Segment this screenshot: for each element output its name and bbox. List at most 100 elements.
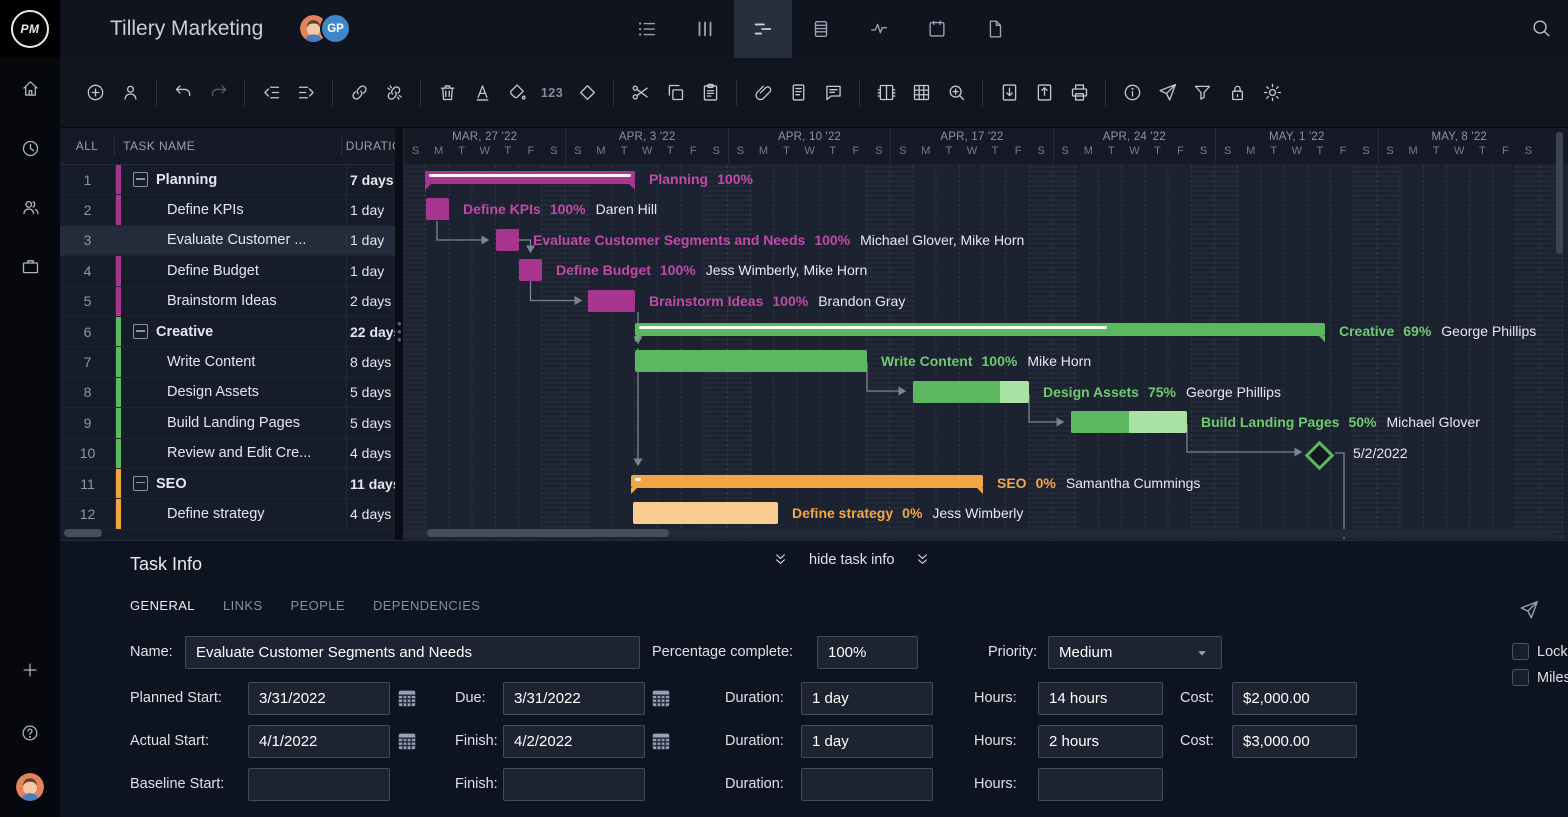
- task-info-tab-general[interactable]: GENERAL: [130, 598, 195, 613]
- zoom-in-button[interactable]: [941, 78, 971, 108]
- percentage-complete-input[interactable]: [817, 636, 918, 669]
- task-name-cell[interactable]: SEO: [121, 469, 346, 498]
- duration-cell[interactable]: 4 days: [346, 439, 395, 468]
- app-logo[interactable]: PM: [0, 0, 60, 58]
- numbers-button[interactable]: 123: [537, 78, 567, 108]
- task-info-tab-people[interactable]: PEOPLE: [291, 598, 345, 613]
- table-row[interactable]: 9Build Landing Pages5 days: [60, 408, 395, 438]
- copy-button[interactable]: [660, 78, 690, 108]
- grid-button[interactable]: [906, 78, 936, 108]
- add-task-button[interactable]: [80, 78, 110, 108]
- font-button[interactable]: [467, 78, 497, 108]
- print-button[interactable]: [1064, 78, 1094, 108]
- actual-hours-input[interactable]: [1038, 725, 1163, 758]
- task-name-cell[interactable]: Planning: [121, 165, 346, 194]
- actual-start-input[interactable]: [248, 725, 390, 758]
- view-tab-gantt[interactable]: [734, 0, 792, 58]
- sidebar-home-button[interactable]: [12, 70, 48, 106]
- task-name-cell[interactable]: Define strategy: [121, 499, 346, 528]
- lock-button[interactable]: [1222, 78, 1252, 108]
- calendar-icon[interactable]: [396, 730, 418, 752]
- table-row[interactable]: 2Define KPIs1 day: [60, 195, 395, 225]
- fill-button[interactable]: [502, 78, 532, 108]
- redo-button[interactable]: [203, 78, 233, 108]
- actual-duration-input[interactable]: [801, 725, 933, 758]
- sidebar-team-button[interactable]: [12, 189, 48, 225]
- gantt-task-bar[interactable]: [1071, 411, 1187, 433]
- info-button[interactable]: [1117, 78, 1147, 108]
- column-header-task-name[interactable]: TASK NAME: [114, 136, 341, 156]
- view-tab-board[interactable]: [676, 0, 734, 58]
- gantt-scroll-thumb[interactable]: [427, 529, 669, 537]
- table-row[interactable]: 10Review and Edit Cre...4 days: [60, 439, 395, 469]
- duration-cell[interactable]: 22 days: [346, 317, 395, 346]
- table-row[interactable]: 7Write Content8 days: [60, 347, 395, 377]
- outdent-button[interactable]: [256, 78, 286, 108]
- planned-cost-input[interactable]: [1232, 682, 1357, 715]
- notes-button[interactable]: [783, 78, 813, 108]
- gantt-task-bar[interactable]: [588, 290, 635, 312]
- duration-cell[interactable]: 8 days: [346, 347, 395, 376]
- link-button[interactable]: [344, 78, 374, 108]
- column-header-duration[interactable]: DURATION: [341, 136, 395, 156]
- actual-cost-input[interactable]: [1232, 725, 1357, 758]
- task-info-tab-dependencies[interactable]: DEPENDENCIES: [373, 598, 480, 613]
- filter-button[interactable]: [1187, 78, 1217, 108]
- hide-task-info-button[interactable]: hide task info: [772, 551, 931, 568]
- export-button[interactable]: [1029, 78, 1059, 108]
- vertical-scrollbar[interactable]: [1556, 130, 1563, 538]
- pane-splitter[interactable]: •••: [395, 128, 403, 540]
- sidebar-clock-button[interactable]: [12, 130, 48, 166]
- member-avatar-initials[interactable]: GP: [320, 13, 351, 44]
- duration-cell[interactable]: 5 days: [346, 408, 395, 437]
- gantt-task-bar[interactable]: [635, 350, 867, 372]
- calendar-icon[interactable]: [396, 687, 418, 709]
- locked-checkbox[interactable]: [1512, 643, 1529, 660]
- import-button[interactable]: [994, 78, 1024, 108]
- milestone-button[interactable]: [572, 78, 602, 108]
- task-name-cell[interactable]: Evaluate Customer ...: [121, 232, 346, 248]
- cut-button[interactable]: [625, 78, 655, 108]
- task-name-cell[interactable]: Design Assets: [121, 378, 346, 407]
- milestone-checkbox[interactable]: [1512, 669, 1529, 686]
- task-info-tab-links[interactable]: LINKS: [223, 598, 263, 613]
- gantt-horizontal-scrollbar[interactable]: [403, 529, 1553, 537]
- gantt-summary-bar[interactable]: [631, 475, 983, 488]
- view-tab-list[interactable]: [618, 0, 676, 58]
- task-name-cell[interactable]: Brainstorm Ideas: [121, 287, 346, 316]
- project-avatars[interactable]: GP: [298, 13, 351, 45]
- table-row[interactable]: 6Creative22 days: [60, 317, 395, 347]
- unlink-button[interactable]: [379, 78, 409, 108]
- priority-select[interactable]: Medium: [1048, 636, 1222, 669]
- search-button[interactable]: [1530, 17, 1552, 39]
- duration-cell[interactable]: 1 day: [346, 256, 395, 285]
- collapse-icon[interactable]: [133, 324, 148, 339]
- settings-button[interactable]: [1257, 78, 1287, 108]
- table-horizontal-scrollbar[interactable]: [64, 529, 102, 537]
- send-icon[interactable]: [1518, 599, 1540, 621]
- planned-duration-input[interactable]: [801, 682, 933, 715]
- undo-button[interactable]: [168, 78, 198, 108]
- duration-cell[interactable]: 1 day: [346, 195, 395, 224]
- task-name-cell[interactable]: Build Landing Pages: [121, 408, 346, 437]
- task-name-input[interactable]: [185, 636, 640, 669]
- view-tab-calendar[interactable]: [908, 0, 966, 58]
- view-tab-sheet[interactable]: [792, 0, 850, 58]
- task-name-cell[interactable]: Define Budget: [121, 256, 346, 285]
- task-name-cell[interactable]: Define KPIs: [121, 195, 346, 224]
- delete-button[interactable]: [432, 78, 462, 108]
- table-row[interactable]: 4Define Budget1 day: [60, 256, 395, 286]
- duration-cell[interactable]: 11 days: [346, 469, 395, 498]
- planned-hours-input[interactable]: [1038, 682, 1163, 715]
- actual-finish-input[interactable]: [503, 725, 645, 758]
- calendar-icon[interactable]: [650, 687, 672, 709]
- duration-cell[interactable]: 2 days: [346, 287, 395, 316]
- baseline-hours-input[interactable]: [1038, 768, 1163, 801]
- task-name-cell[interactable]: Review and Edit Cre...: [121, 439, 346, 468]
- collapse-icon[interactable]: [133, 172, 148, 187]
- user-avatar[interactable]: [16, 773, 44, 801]
- comment-button[interactable]: [818, 78, 848, 108]
- due-date-input[interactable]: [503, 682, 645, 715]
- vertical-scroll-thumb[interactable]: [1556, 132, 1563, 254]
- sidebar-help-button[interactable]: [12, 715, 48, 751]
